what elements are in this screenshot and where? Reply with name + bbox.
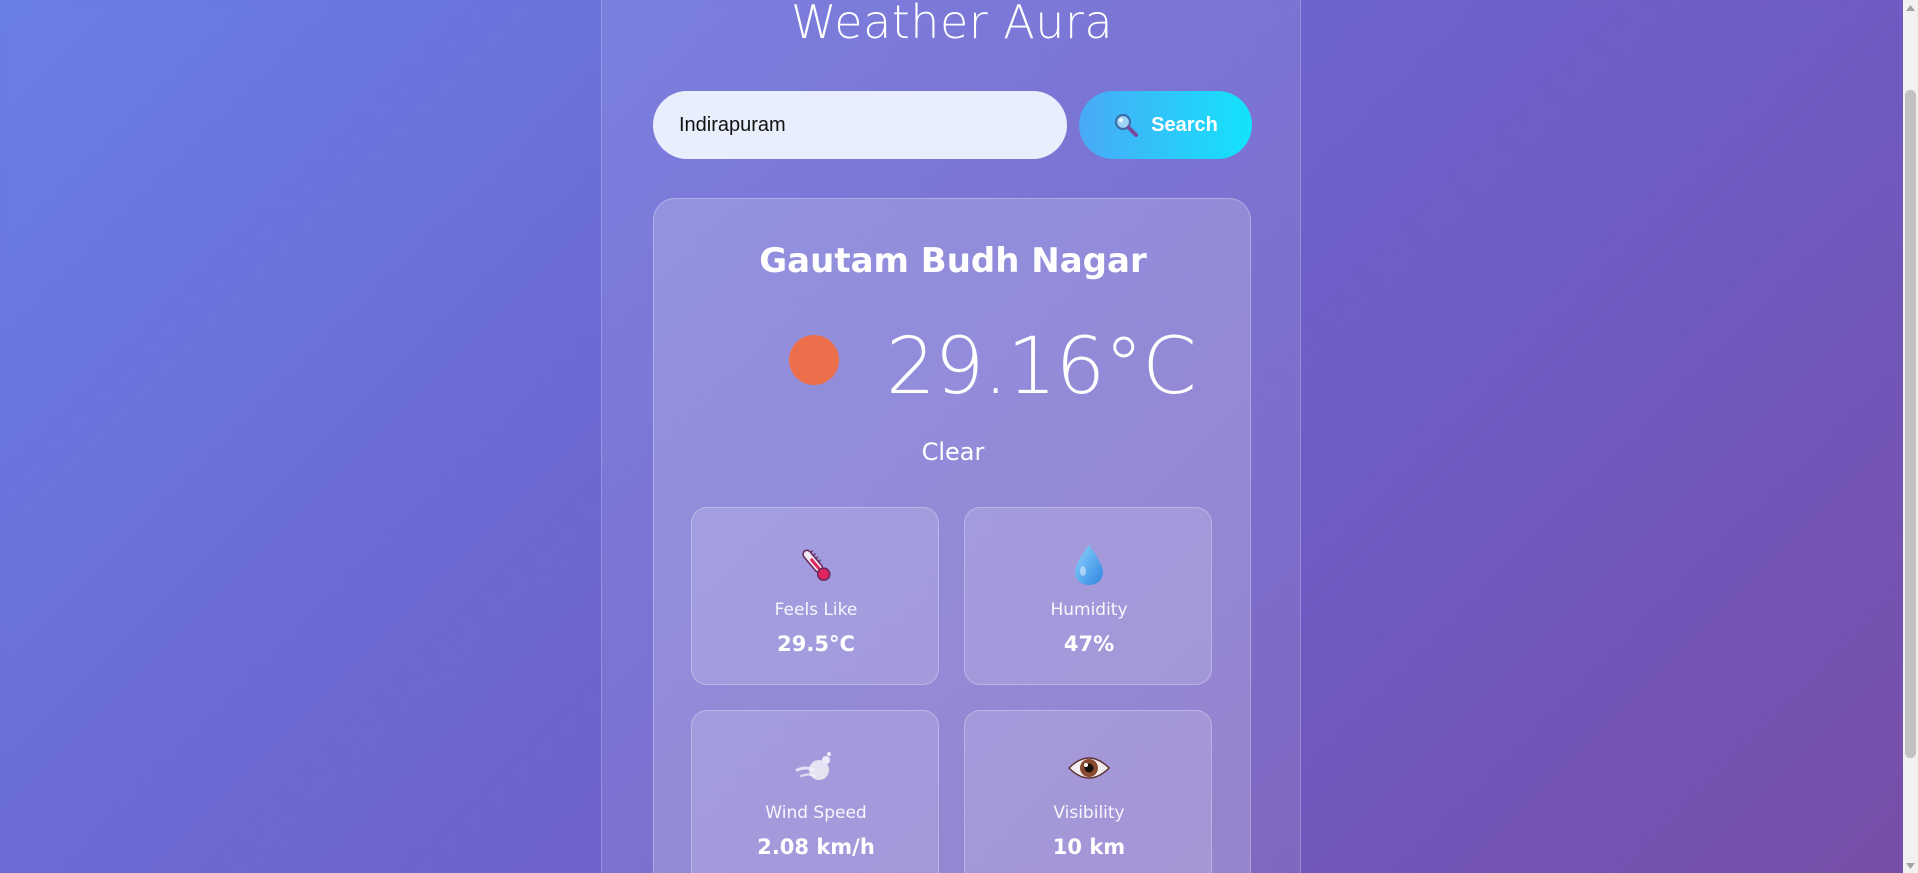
feels-like-card: Feels Like 29.5°C [691,507,939,685]
visibility-label: Visibility [1053,803,1125,823]
search-button[interactable]: Search [1079,91,1252,159]
sun-icon [789,335,839,385]
search-button-label: Search [1151,113,1218,136]
humidity-card: Humidity 47% [964,507,1212,685]
magnifier-icon [1113,112,1139,138]
page-scrollbar[interactable] [1903,0,1918,873]
search-input[interactable] [653,91,1067,159]
humidity-label: Humidity [1050,600,1128,620]
scroll-thumb[interactable] [1905,90,1916,758]
wind-speed-value: 2.08 km/h [757,835,875,859]
city-name: Gautam Budh Nagar [759,241,1147,281]
humidity-value: 47% [1063,632,1115,656]
scroll-down-icon[interactable] [1903,858,1918,873]
wind-icon [692,745,940,791]
eye-icon [965,745,1213,791]
visibility-card: Visibility 10 km [964,710,1212,873]
thermometer-icon [692,542,940,588]
weather-card: Gautam Budh Nagar 29.16°C Clear Feels Li… [653,198,1251,873]
temperature: 29.16°C [886,322,1197,412]
feels-like-value: 29.5°C [777,632,855,656]
visibility-value: 10 km [1052,835,1126,859]
scroll-up-icon[interactable] [1903,0,1918,15]
wind-speed-label: Wind Speed [765,803,867,823]
feels-like-label: Feels Like [774,600,858,620]
water-drop-icon [965,542,1213,588]
wind-speed-card: Wind Speed 2.08 km/h [691,710,939,873]
weather-condition: Clear [921,438,985,466]
app-title: Weather Aura [790,0,1114,49]
app-panel: Weather Aura Search Gautam Budh Nagar 29… [601,0,1301,873]
